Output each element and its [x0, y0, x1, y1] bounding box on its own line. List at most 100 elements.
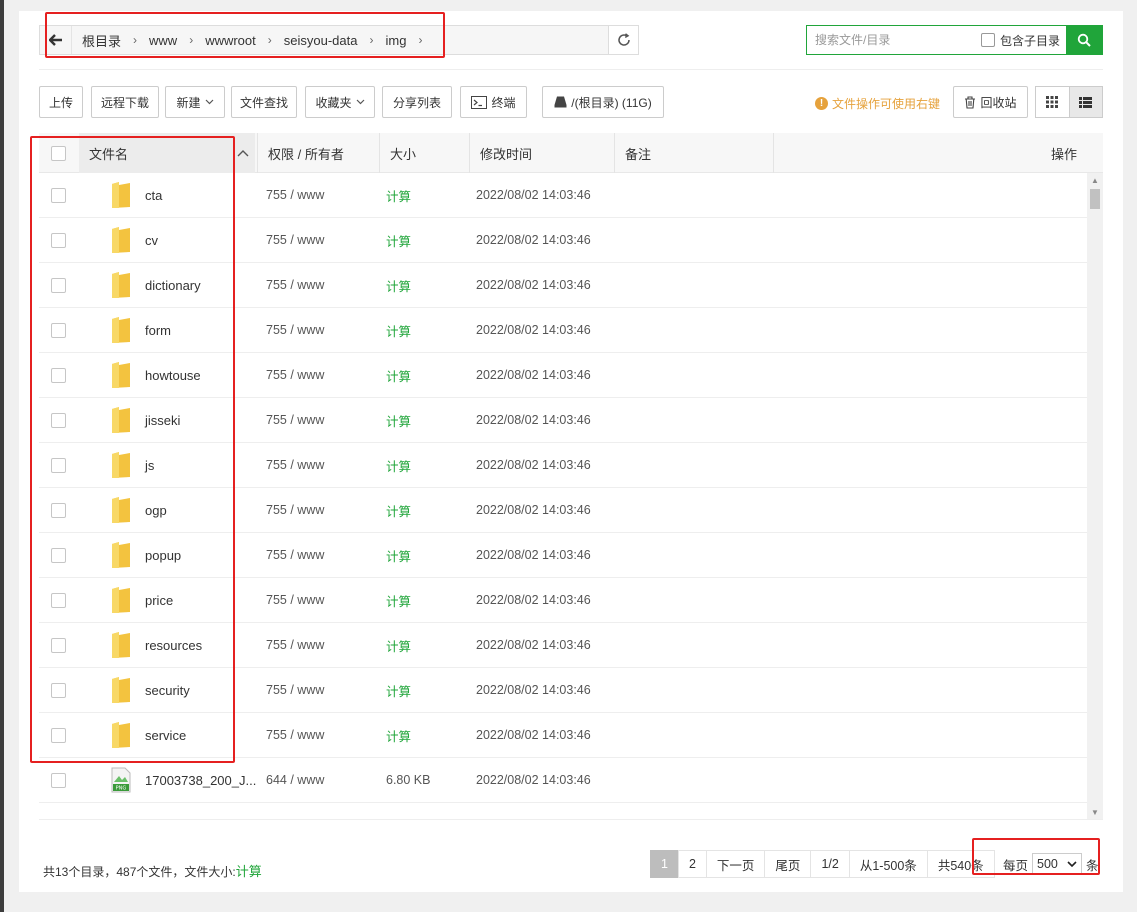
file-name-link[interactable]: resources	[145, 623, 202, 667]
file-perm[interactable]: 644 / www	[266, 758, 324, 802]
file-size[interactable]: 计算	[386, 308, 411, 352]
select-all-checkbox[interactable]	[51, 133, 66, 173]
terminal-button[interactable]: 终端	[460, 86, 527, 118]
breadcrumb-item[interactable]: www	[149, 33, 177, 48]
file-perm[interactable]: 755 / www	[266, 398, 324, 442]
file-size[interactable]: 计算	[386, 263, 411, 307]
table-row[interactable]: dictionary 755 / www 计算 2022/08/02 14:03:46	[39, 263, 1087, 308]
list-view-button[interactable]	[1068, 87, 1102, 117]
search-input[interactable]	[807, 26, 981, 54]
file-size[interactable]: 计算	[386, 713, 411, 757]
row-checkbox[interactable]	[51, 623, 66, 667]
row-checkbox[interactable]	[51, 308, 66, 352]
file-perm[interactable]: 755 / www	[266, 263, 324, 307]
row-checkbox[interactable]	[51, 578, 66, 622]
file-perm[interactable]: 755 / www	[266, 308, 324, 352]
file-name-link[interactable]: 17003738_200_J...	[145, 758, 256, 802]
row-checkbox[interactable]	[51, 533, 66, 577]
row-checkbox[interactable]	[51, 398, 66, 442]
file-perm[interactable]: 755 / www	[266, 353, 324, 397]
file-size[interactable]: 计算	[386, 353, 411, 397]
page-item[interactable]: 2	[677, 850, 707, 878]
table-row[interactable]: security 755 / www 计算 2022/08/02 14:03:46	[39, 668, 1087, 713]
recycle-bin-button[interactable]: 回收站	[953, 86, 1028, 118]
table-row[interactable]: popup 755 / www 计算 2022/08/02 14:03:46	[39, 533, 1087, 578]
breadcrumb-item[interactable]: wwwroot	[205, 33, 256, 48]
file-perm[interactable]: 755 / www	[266, 443, 324, 487]
page-item[interactable]: 1	[650, 850, 679, 878]
file-perm[interactable]: 755 / www	[266, 623, 324, 667]
file-size[interactable]: 计算	[386, 578, 411, 622]
file-name-link[interactable]: service	[145, 713, 186, 757]
file-perm[interactable]: 755 / www	[266, 578, 324, 622]
remote-download-button[interactable]: 远程下载	[91, 86, 159, 118]
row-checkbox[interactable]	[51, 353, 66, 397]
file-perm[interactable]: 755 / www	[266, 668, 324, 712]
summary-calc-link[interactable]: 计算	[236, 864, 262, 879]
file-perm[interactable]: 755 / www	[266, 533, 324, 577]
file-name-link[interactable]: js	[145, 443, 154, 487]
scroll-down-icon[interactable]: ▼	[1087, 805, 1103, 819]
row-checkbox[interactable]	[51, 758, 66, 802]
grid-view-button[interactable]	[1036, 87, 1069, 117]
upload-button[interactable]: 上传	[39, 86, 83, 118]
column-header-name[interactable]: 文件名	[79, 133, 255, 173]
table-row[interactable]: howtouse 755 / www 计算 2022/08/02 14:03:46	[39, 353, 1087, 398]
row-checkbox[interactable]	[51, 173, 66, 217]
file-perm[interactable]: 755 / www	[266, 173, 324, 217]
table-row[interactable]: jisseki 755 / www 计算 2022/08/02 14:03:46	[39, 398, 1087, 443]
page-item[interactable]: 下一页	[705, 850, 766, 878]
file-perm[interactable]: 755 / www	[266, 488, 324, 532]
column-header-size[interactable]: 大小	[379, 133, 469, 173]
file-size[interactable]: 计算	[386, 173, 411, 217]
file-size[interactable]: 计算	[386, 488, 411, 532]
file-size[interactable]: 计算	[386, 398, 411, 442]
file-size[interactable]: 计算	[386, 668, 411, 712]
share-list-button[interactable]: 分享列表	[382, 86, 452, 118]
breadcrumb-item[interactable]: seisyou-data	[284, 33, 358, 48]
new-button[interactable]: 新建	[165, 86, 225, 118]
table-row[interactable]: ogp 755 / www 计算 2022/08/02 14:03:46	[39, 488, 1087, 533]
row-checkbox[interactable]	[51, 218, 66, 262]
file-name-link[interactable]: security	[145, 668, 190, 712]
file-name-link[interactable]: ogp	[145, 488, 167, 532]
column-header-perm[interactable]: 权限 / 所有者	[257, 133, 379, 173]
row-checkbox[interactable]	[51, 668, 66, 712]
breadcrumb-item[interactable]: img	[385, 33, 406, 48]
file-search-button[interactable]: 文件查找	[231, 86, 297, 118]
file-name-link[interactable]: cta	[145, 173, 162, 217]
per-page-select[interactable]: 500	[1032, 853, 1083, 875]
table-row[interactable]: form 755 / www 计算 2022/08/02 14:03:46	[39, 308, 1087, 353]
table-row[interactable]: js 755 / www 计算 2022/08/02 14:03:46	[39, 443, 1087, 488]
file-name-link[interactable]: cv	[145, 218, 158, 262]
table-row[interactable]: resources 755 / www 计算 2022/08/02 14:03:46	[39, 623, 1087, 668]
refresh-button[interactable]	[608, 26, 638, 54]
file-name-link[interactable]: form	[145, 308, 171, 352]
vertical-scrollbar[interactable]: ▲ ▼	[1087, 173, 1103, 819]
file-size[interactable]: 计算	[386, 443, 411, 487]
page-item[interactable]: 尾页	[764, 850, 812, 878]
table-row[interactable]: price 755 / www 计算 2022/08/02 14:03:46	[39, 578, 1087, 623]
table-row[interactable]: PNG 17003738_200_J... 644 / www 6.80 KB 2022…	[39, 758, 1087, 803]
back-button[interactable]	[40, 26, 72, 54]
row-checkbox[interactable]	[51, 263, 66, 307]
file-name-link[interactable]: price	[145, 578, 173, 622]
table-row[interactable]: service 755 / www 计算 2022/08/02 14:03:46	[39, 713, 1087, 758]
table-row[interactable]: cta 755 / www 计算 2022/08/02 14:03:46	[39, 173, 1087, 218]
file-name-link[interactable]: howtouse	[145, 353, 201, 397]
file-name-link[interactable]: jisseki	[145, 398, 180, 442]
table-row[interactable]: cv 755 / www 计算 2022/08/02 14:03:46	[39, 218, 1087, 263]
scrollbar-thumb[interactable]	[1090, 189, 1100, 209]
breadcrumb-item[interactable]: 根目录	[82, 31, 121, 50]
row-checkbox[interactable]	[51, 488, 66, 532]
row-checkbox[interactable]	[51, 443, 66, 487]
file-size[interactable]: 计算	[386, 533, 411, 577]
include-subdir-checkbox[interactable]: 包含子目录	[980, 26, 1066, 54]
favorites-button[interactable]: 收藏夹	[305, 86, 375, 118]
column-header-mtime[interactable]: 修改时间	[469, 133, 614, 173]
file-size[interactable]: 计算	[386, 623, 411, 667]
file-perm[interactable]: 755 / www	[266, 713, 324, 757]
scroll-up-icon[interactable]: ▲	[1087, 173, 1103, 187]
file-name-link[interactable]: dictionary	[145, 263, 201, 307]
file-size[interactable]: 计算	[386, 218, 411, 262]
